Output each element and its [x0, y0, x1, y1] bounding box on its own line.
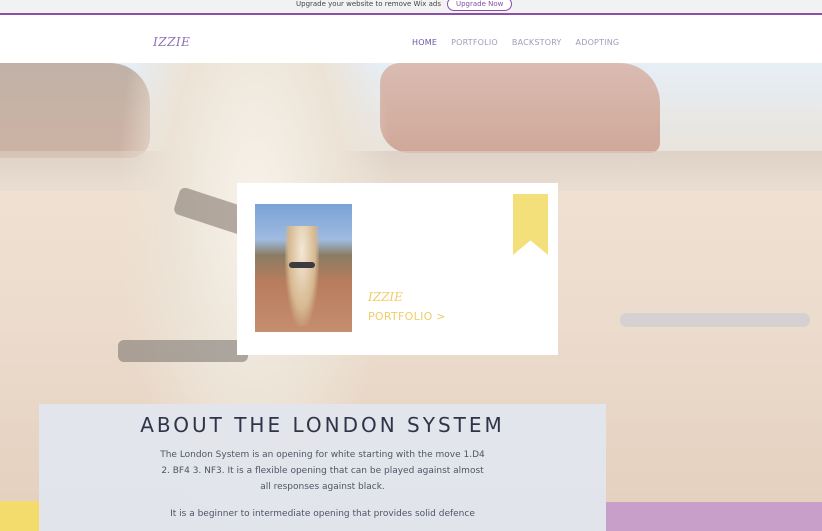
site-header: IZZIE HOME PORTFOLIO BACKSTORY ADOPTING: [0, 15, 822, 63]
nav-home[interactable]: HOME: [412, 38, 437, 47]
card-dog-photo: [255, 204, 352, 332]
upgrade-button[interactable]: Upgrade Now: [446, 0, 513, 11]
bookmark-ribbon-icon: [513, 194, 548, 255]
nav-adopting[interactable]: ADOPTING: [576, 38, 620, 47]
photo-dog-collar: [289, 262, 315, 268]
hero-rock-right: [380, 63, 660, 153]
hero-dog-harness: [118, 340, 248, 362]
site-logo[interactable]: IZZIE: [153, 35, 190, 49]
main-nav: HOME PORTFOLIO BACKSTORY ADOPTING: [412, 38, 619, 47]
nav-backstory[interactable]: BACKSTORY: [512, 38, 562, 47]
about-paragraph-1: The London System is an opening for whit…: [160, 450, 485, 492]
about-paragraph-2: It is a beginner to intermediate opening…: [170, 509, 475, 519]
nav-portfolio[interactable]: PORTFOLIO: [451, 38, 498, 47]
card-title: IZZIE: [368, 290, 403, 304]
promo-content: Upgrade your website to remove Wix ads U…: [296, 0, 513, 12]
hero-puddle: [620, 313, 810, 327]
footer-strip-purple: [606, 502, 822, 531]
promo-text: Upgrade your website to remove Wix ads: [296, 0, 441, 8]
about-title: ABOUT THE LONDON SYSTEM: [140, 413, 505, 437]
promo-banner: Upgrade your website to remove Wix ads U…: [0, 0, 822, 15]
portfolio-link[interactable]: PORTFOLIO >: [368, 310, 446, 323]
featured-card: IZZIE PORTFOLIO >: [237, 183, 558, 355]
footer-strip-yellow: [0, 501, 40, 531]
photo-dog-figure: [285, 226, 319, 326]
about-section: ABOUT THE LONDON SYSTEM The London Syste…: [39, 404, 606, 531]
